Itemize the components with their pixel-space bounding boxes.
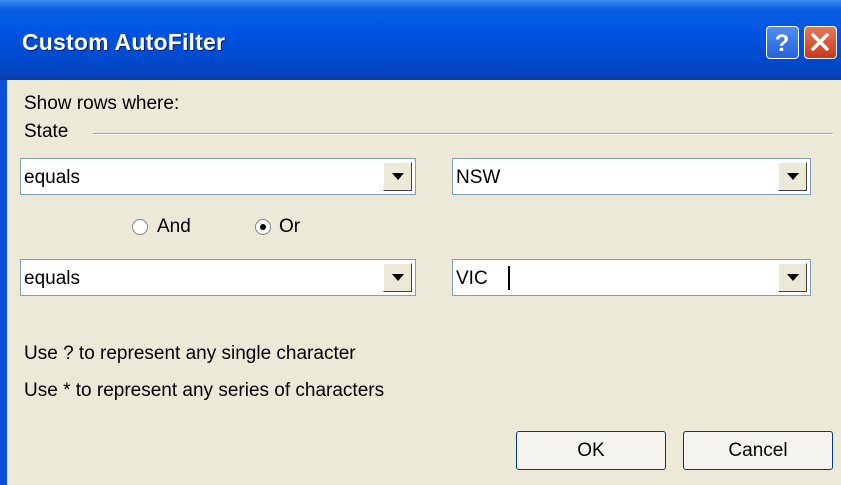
show-rows-label: Show rows where: [24, 93, 180, 114]
title-bar: Custom AutoFilter ? [0, 0, 841, 80]
question-mark-icon: ? [775, 30, 790, 57]
operator-1-dropdown-button[interactable] [383, 162, 412, 191]
text-cursor [508, 266, 510, 290]
window-title: Custom AutoFilter [22, 29, 226, 55]
or-radio-selected-dot [260, 224, 266, 230]
group-divider [93, 133, 833, 135]
chevron-down-icon [787, 173, 799, 180]
svg-text:?: ? [775, 30, 790, 57]
and-radio-label[interactable]: And [157, 216, 191, 238]
field-name-label: State [24, 121, 69, 142]
chevron-down-icon [392, 173, 404, 180]
or-radio-label[interactable]: Or [279, 216, 300, 238]
value-2-dropdown-button[interactable] [778, 263, 807, 292]
custom-autofilter-dialog: Custom AutoFilter ? Show rows where: Sta… [0, 0, 841, 485]
hint-single-character: Use ? to represent any single character [24, 343, 356, 364]
operator-1-dropdown[interactable]: equals [20, 158, 416, 195]
window-frame [0, 80, 7, 485]
and-radio[interactable] [132, 219, 148, 235]
cancel-button[interactable]: Cancel [683, 431, 833, 470]
operator-2-dropdown[interactable]: equals [20, 259, 416, 296]
value-1-dropdown[interactable]: NSW [452, 158, 811, 195]
close-button[interactable] [804, 26, 837, 59]
value-1-text: NSW [456, 167, 501, 188]
value-2-input[interactable]: VIC [452, 259, 811, 296]
operator-2-dropdown-button[interactable] [383, 263, 412, 292]
value-2-text: VIC [456, 268, 488, 289]
chevron-down-icon [392, 274, 404, 281]
hint-series-characters: Use * to represent any series of charact… [24, 380, 385, 401]
operator-2-value: equals [24, 268, 80, 289]
ok-button[interactable]: OK [516, 431, 666, 470]
or-radio[interactable] [255, 219, 271, 235]
value-1-dropdown-button[interactable] [778, 162, 807, 191]
chevron-down-icon [787, 274, 799, 281]
operator-1-value: equals [24, 167, 80, 188]
help-button[interactable]: ? [766, 26, 799, 59]
close-icon [811, 33, 829, 51]
